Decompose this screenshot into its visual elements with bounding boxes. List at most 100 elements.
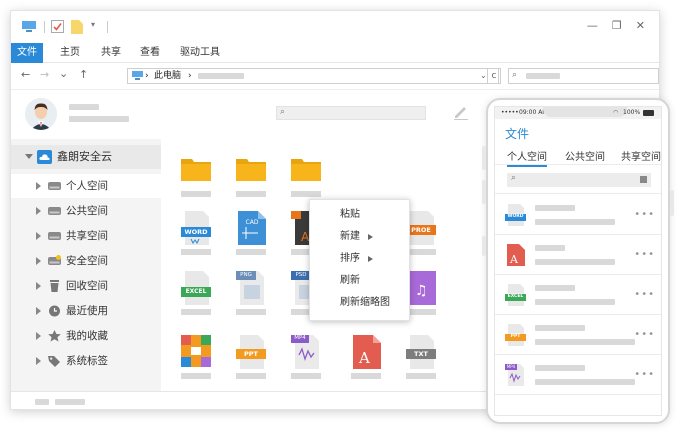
svg-text:♫: ♫ (415, 283, 428, 299)
excel-file-item[interactable]: EXCEL (181, 271, 215, 315)
collapse-arrow-icon[interactable] (36, 207, 41, 215)
minimize-icon[interactable]: — (587, 19, 598, 32)
sidebar-root-cloud[interactable]: 鑫朗安全云 (11, 145, 161, 169)
up-arrow-icon[interactable]: ↑ (79, 68, 88, 81)
sidebar-item-recent[interactable]: 最近使用 (11, 299, 161, 323)
collapse-arrow-icon[interactable] (36, 257, 41, 265)
edit-icon[interactable] (453, 104, 469, 120)
scan-icon[interactable] (640, 176, 647, 183)
menu-drive-tools[interactable]: 驱动工具 (180, 43, 220, 63)
clock-icon (49, 305, 60, 317)
folder-icon (291, 159, 321, 181)
collapse-arrow-icon[interactable] (36, 307, 41, 315)
archive-file-item[interactable] (181, 335, 215, 379)
collapse-arrow-icon[interactable] (36, 282, 41, 290)
more-options-icon[interactable]: ••• (634, 209, 655, 220)
phone-search-input[interactable]: ⌕ (507, 173, 651, 187)
cad-file-item[interactable]: CAD (236, 211, 270, 255)
window-controls: — ❐ ✕ (587, 19, 645, 32)
sidebar-item-personal[interactable]: 个人空间 (11, 174, 161, 198)
user-avatar-icon (25, 98, 57, 130)
sidebar-item-recycle[interactable]: 回收空间 (11, 274, 161, 298)
audio-file-item[interactable]: ♫ (406, 271, 440, 315)
menu-file[interactable]: 文件 (11, 43, 43, 63)
word-file-item[interactable]: WORD (181, 211, 215, 255)
screenshot-stage: ▾ — ❐ ✕ 文件 主页 共享 查看 驱动工具 ← → ⌄ ↑ › 此电脑 ›… (0, 0, 690, 440)
pdf-file-item[interactable]: A (351, 335, 385, 379)
file-name-placeholder (291, 373, 321, 379)
file-search-input[interactable]: ⌕ (276, 106, 426, 120)
ppt-file-item[interactable]: PPT (236, 335, 270, 379)
trash-icon (50, 280, 59, 292)
collapse-arrow-icon[interactable] (36, 357, 41, 365)
new-file-icon[interactable] (71, 20, 83, 34)
menu-share[interactable]: 共享 (101, 43, 121, 63)
restore-icon[interactable]: ❐ (612, 19, 622, 32)
submenu-arrow-icon (368, 256, 373, 262)
close-icon[interactable]: ✕ (636, 19, 645, 32)
address-field[interactable]: › 此电脑 › ⌄ (127, 68, 499, 84)
forward-arrow-icon[interactable]: → (40, 68, 49, 81)
phone-status-bar: ••••• 09:00 AM ◠ 100% (495, 107, 661, 119)
context-menu: 粘贴 新建 排序 刷新 刷新缩略图 (309, 199, 410, 321)
tag-icon (48, 356, 60, 367)
quick-access-dropdown-icon[interactable]: ▾ (91, 20, 95, 29)
address-dropdown-icon[interactable]: ⌄ (480, 69, 487, 83)
file-meta-placeholder (535, 299, 615, 305)
phone-volume-button (482, 236, 486, 256)
menu-view[interactable]: 查看 (140, 43, 160, 63)
collapse-arrow-icon[interactable] (36, 182, 41, 190)
phone-tab-shared[interactable]: 共享空间 (621, 148, 661, 163)
phone-file-row[interactable]: PPT ••• (495, 315, 661, 355)
ctx-new[interactable]: 新建 (340, 226, 410, 248)
more-options-icon[interactable]: ••• (634, 289, 655, 300)
folder-item[interactable] (181, 153, 215, 197)
sidebar-item-secure[interactable]: 安全空间 (11, 249, 161, 273)
more-options-icon[interactable]: ••• (634, 369, 655, 380)
back-arrow-icon[interactable]: ← (21, 68, 30, 81)
window-search-input[interactable]: ⌕ (508, 68, 659, 84)
refresh-icon[interactable]: c (487, 68, 501, 84)
file-type-badge: EXCEL (507, 294, 524, 299)
checkbox-icon[interactable] (51, 20, 64, 33)
more-options-icon[interactable]: ••• (634, 329, 655, 340)
folder-item[interactable] (291, 153, 325, 197)
file-type-badge: PPT (244, 350, 258, 358)
computer-icon (22, 21, 36, 32)
search-icon: ⌕ (511, 173, 517, 183)
png-file-item[interactable]: PNG (236, 271, 270, 315)
proe-file-item[interactable]: PROE (406, 211, 440, 255)
phone-file-row[interactable]: WORD ••• (495, 195, 661, 235)
phone-file-row[interactable]: MP4 ••• (495, 355, 661, 395)
sidebar-item-label: 我的收藏 (66, 330, 108, 342)
recent-dropdown-icon[interactable]: ⌄ (59, 67, 68, 80)
phone-file-row[interactable]: EXCEL ••• (495, 275, 661, 315)
sidebar-item-shared[interactable]: 共享空间 (11, 224, 161, 248)
ctx-paste[interactable]: 粘贴 (340, 204, 360, 226)
collapse-arrow-icon[interactable] (36, 232, 41, 240)
file-type-badge: WORD (184, 228, 208, 236)
sidebar-item-label: 安全空间 (66, 255, 108, 267)
sidebar-item-label: 个人空间 (66, 180, 108, 192)
phone-tab-public[interactable]: 公共空间 (565, 148, 605, 163)
folder-item[interactable] (236, 153, 270, 197)
path-this-pc[interactable]: 此电脑 (154, 69, 181, 83)
menu-home[interactable]: 主页 (60, 43, 80, 63)
ctx-refresh[interactable]: 刷新 (340, 270, 360, 292)
sidebar-item-tags[interactable]: 系统标签 (11, 349, 161, 373)
status-placeholder (55, 399, 85, 405)
more-options-icon[interactable]: ••• (634, 249, 655, 260)
sidebar-item-favorites[interactable]: 我的收藏 (11, 324, 161, 348)
expand-arrow-icon[interactable] (25, 154, 33, 159)
file-meta-placeholder (535, 259, 615, 265)
ctx-sort[interactable]: 排序 (340, 248, 410, 270)
ribbon-menu: 文件 主页 共享 查看 驱动工具 (11, 43, 659, 63)
ctx-refresh-thumbnails[interactable]: 刷新缩略图 (340, 292, 390, 314)
txt-file-item[interactable]: TXT (406, 335, 440, 379)
collapse-arrow-icon[interactable] (36, 332, 41, 340)
computer-icon (132, 71, 143, 80)
phone-file-row[interactable]: A ••• (495, 235, 661, 275)
avatar[interactable] (25, 98, 57, 130)
sidebar-item-public[interactable]: 公共空间 (11, 199, 161, 223)
mp4-file-item[interactable]: MP4 (291, 335, 325, 379)
